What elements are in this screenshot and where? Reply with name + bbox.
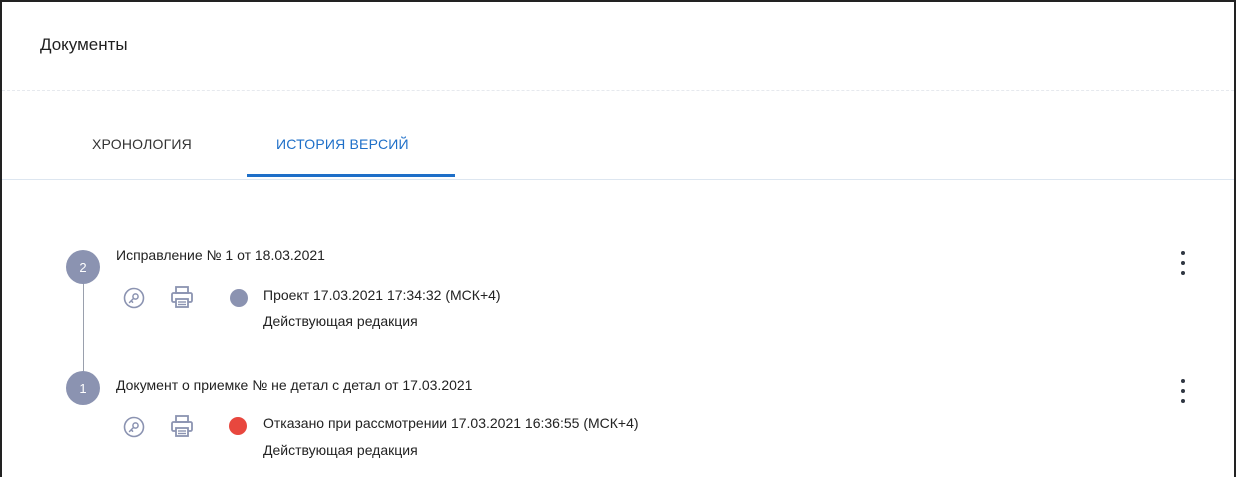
- key-icon[interactable]: [122, 286, 146, 310]
- timeline-connector: [83, 272, 84, 387]
- version-title: Документ о приемке № не детал с детал от…: [116, 377, 473, 393]
- active-tab-indicator: [247, 174, 455, 177]
- version-status: Проект 17.03.2021 17:34:32 (МСК+4): [263, 287, 501, 303]
- status-indicator: [229, 417, 247, 435]
- kebab-menu-icon[interactable]: [1176, 251, 1190, 275]
- status-indicator: [230, 289, 248, 307]
- documents-panel: Документы ХРОНОЛОГИЯ ИСТОРИЯ ВЕРСИЙ 2 Ис…: [0, 0, 1236, 477]
- version-edition: Действующая редакция: [263, 442, 418, 458]
- tab-chronology[interactable]: ХРОНОЛОГИЯ: [92, 136, 192, 152]
- key-icon[interactable]: [122, 415, 146, 439]
- printer-icon[interactable]: [169, 413, 193, 437]
- version-status: Отказано при рассмотрении 17.03.2021 16:…: [263, 415, 639, 431]
- kebab-menu-icon[interactable]: [1176, 379, 1190, 403]
- tab-version-history[interactable]: ИСТОРИЯ ВЕРСИЙ: [276, 136, 409, 152]
- panel-header: Документы: [2, 2, 1234, 91]
- tab-bar: ХРОНОЛОГИЯ ИСТОРИЯ ВЕРСИЙ: [2, 122, 1234, 180]
- version-step-badge: 2: [66, 250, 100, 284]
- version-title: Исправление № 1 от 18.03.2021: [116, 247, 325, 263]
- page-title: Документы: [40, 35, 128, 54]
- printer-icon[interactable]: [169, 284, 193, 308]
- version-step-badge: 1: [66, 371, 100, 405]
- version-edition: Действующая редакция: [263, 313, 418, 329]
